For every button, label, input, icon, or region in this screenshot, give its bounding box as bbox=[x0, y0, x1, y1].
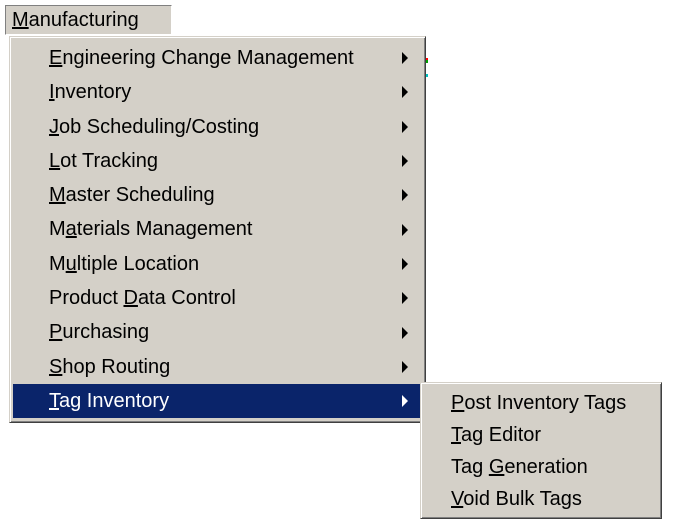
menu-item-lot-tracking[interactable]: Lot Tracking bbox=[13, 144, 422, 178]
tag-inventory-submenu: Post Inventory Tags Tag Editor Tag Gener… bbox=[420, 382, 662, 519]
submenu-item-void-bulk-tags[interactable]: Void Bulk Tags bbox=[424, 483, 658, 515]
submenu-arrow-icon bbox=[402, 395, 408, 408]
menu-item-master-scheduling[interactable]: Master Scheduling bbox=[13, 178, 422, 212]
menu-item-shop-routing[interactable]: Shop Routing bbox=[13, 350, 422, 384]
submenu-item-tag-generation[interactable]: Tag Generation bbox=[424, 451, 658, 483]
submenu-arrow-icon bbox=[402, 86, 408, 99]
submenu-arrow-icon bbox=[402, 189, 408, 202]
menu-manufacturing-mnemonic: M bbox=[12, 9, 29, 31]
background-artifact bbox=[426, 60, 428, 63]
menu-item-tag-inventory[interactable]: Tag Inventory bbox=[13, 383, 422, 419]
submenu-arrow-icon bbox=[402, 326, 408, 339]
background-artifact bbox=[426, 74, 428, 77]
submenu-arrow-icon bbox=[402, 360, 408, 373]
manufacturing-dropdown-menu: Engineering Change Management Inventory … bbox=[9, 36, 426, 423]
submenu-arrow-icon bbox=[402, 257, 408, 270]
submenu-item-post-inventory-tags[interactable]: Post Inventory Tags bbox=[424, 387, 658, 419]
submenu-arrow-icon bbox=[402, 52, 408, 65]
screen: Manufacturing Engineering Change Managem… bbox=[0, 0, 681, 525]
menu-item-product-data-control[interactable]: Product Data Control bbox=[13, 281, 422, 315]
menu-item-purchasing[interactable]: Purchasing bbox=[13, 315, 422, 349]
menu-manufacturing[interactable]: Manufacturing bbox=[5, 5, 172, 35]
submenu-arrow-icon bbox=[402, 120, 408, 133]
menu-item-engineering-change-management[interactable]: Engineering Change Management bbox=[13, 41, 422, 75]
menu-item-multiple-location[interactable]: Multiple Location bbox=[13, 247, 422, 281]
submenu-arrow-icon bbox=[402, 292, 408, 305]
submenu-item-tag-editor[interactable]: Tag Editor bbox=[424, 419, 658, 451]
menu-item-job-scheduling-costing[interactable]: Job Scheduling/Costing bbox=[13, 110, 422, 144]
menu-manufacturing-label: anufacturing bbox=[28, 9, 139, 31]
menu-item-materials-management[interactable]: Materials Management bbox=[13, 212, 422, 246]
menu-item-inventory[interactable]: Inventory bbox=[13, 75, 422, 109]
submenu-arrow-icon bbox=[402, 223, 408, 236]
submenu-arrow-icon bbox=[402, 155, 408, 168]
